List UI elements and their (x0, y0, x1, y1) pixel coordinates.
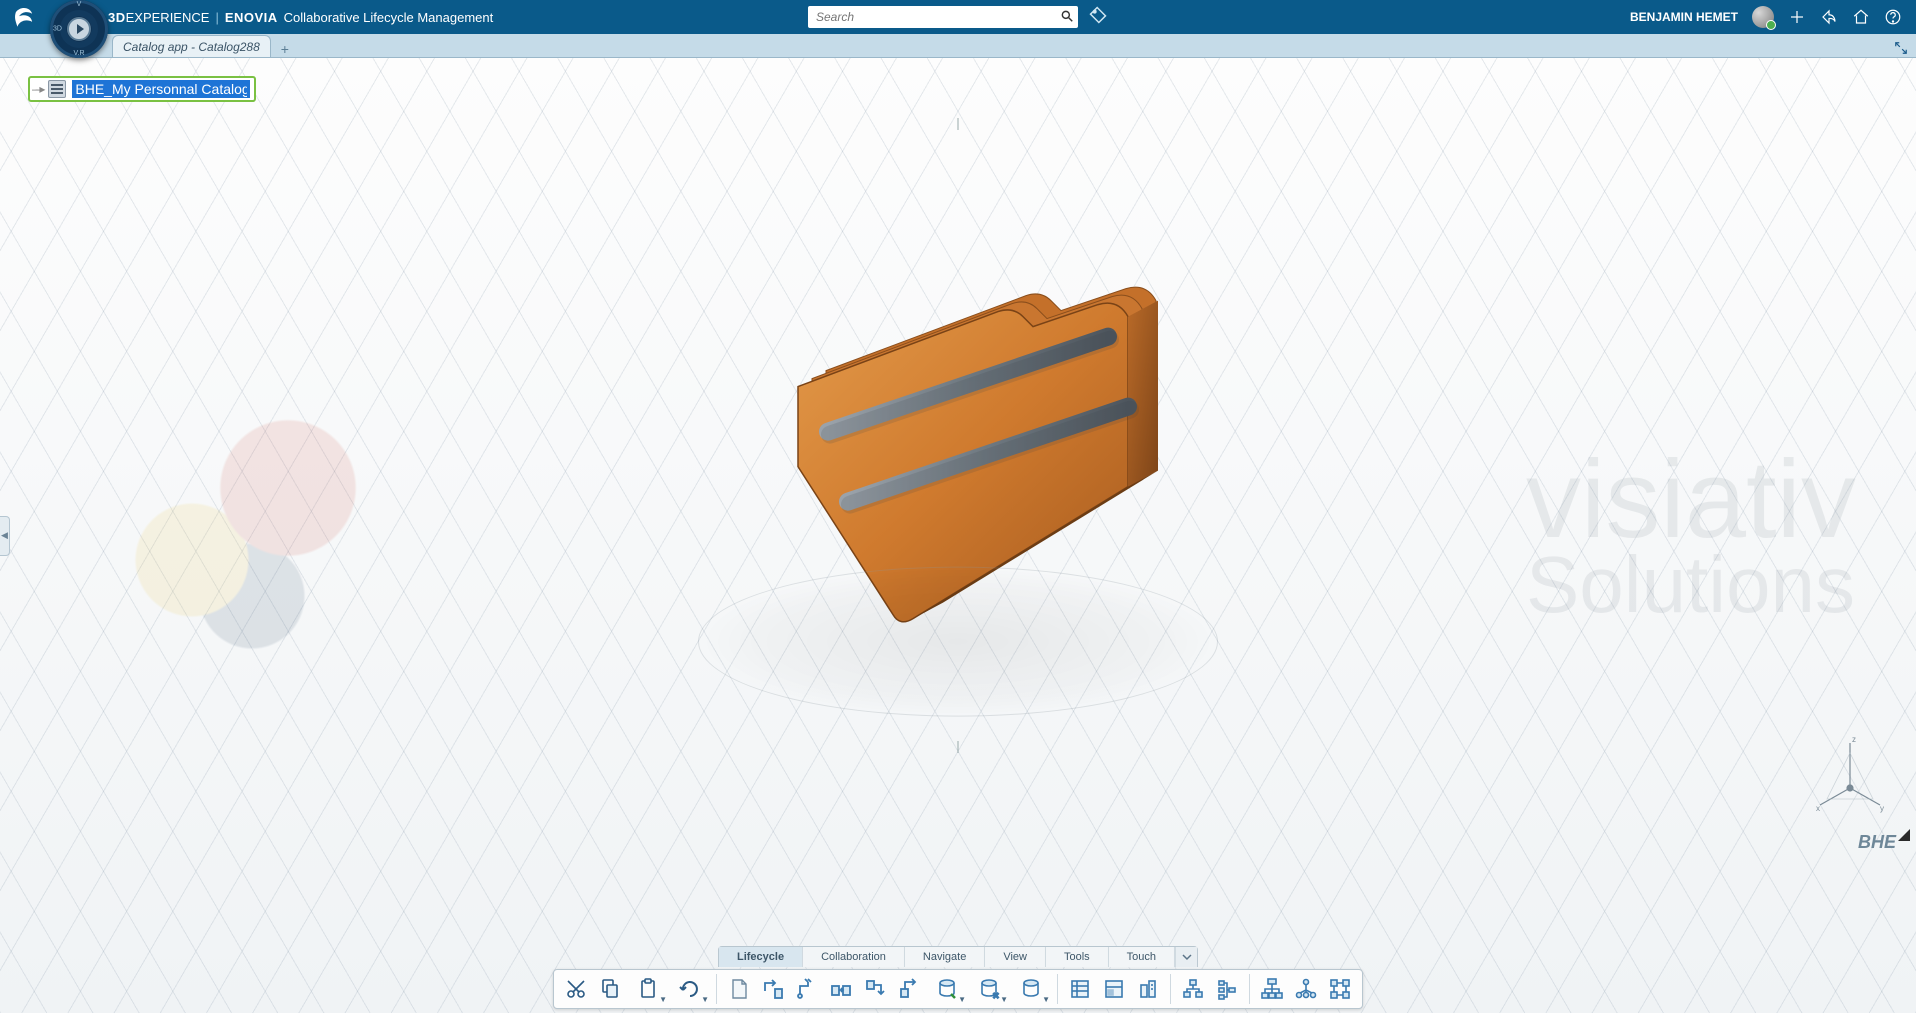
toolbar-separator (1057, 974, 1058, 1004)
cmd-tab-tools[interactable]: Tools (1046, 947, 1109, 967)
search-input[interactable] (816, 10, 1060, 24)
compass-label-left: 3D (53, 26, 62, 33)
cut-button[interactable] (560, 973, 592, 1005)
ds-logo-icon[interactable] (10, 3, 38, 31)
tree-small-button[interactable] (1177, 973, 1209, 1005)
document-tab-bar: Catalog app - Catalog288 + (0, 34, 1916, 58)
svg-text:z: z (1852, 735, 1856, 744)
header-right: BENJAMIN HEMET (1630, 6, 1916, 28)
toolbar-separator (1170, 974, 1171, 1004)
form-view-button[interactable] (1098, 973, 1130, 1005)
add-tab-button[interactable]: + (277, 41, 293, 57)
side-panel-handle[interactable]: ◀ (0, 516, 10, 556)
brand-sub: Collaborative Lifecycle Management (284, 10, 494, 25)
tab-catalog[interactable]: Catalog app - Catalog288 (112, 35, 271, 57)
brand-thin: EXPERIENCE (126, 10, 210, 25)
toolbar-separator (1249, 974, 1250, 1004)
database-actions-button[interactable]: ▼ (1011, 973, 1051, 1005)
building-view-button[interactable] (1132, 973, 1164, 1005)
cmd-tab-collaboration[interactable]: Collaboration (803, 947, 905, 967)
viewport-user-tag: BHE (1858, 832, 1896, 853)
brand-separator: | (215, 10, 218, 25)
revise-button[interactable] (757, 973, 789, 1005)
tree-compact-button[interactable] (1211, 973, 1243, 1005)
app-header: 3DEXPERIENCE | ENOVIA Collaborative Life… (0, 0, 1916, 34)
tree-grid-button[interactable] (1324, 973, 1356, 1005)
cmd-tab-view[interactable]: View (985, 947, 1046, 967)
tree-root-node[interactable]: ––▸ (28, 76, 256, 102)
copy-button[interactable] (594, 973, 626, 1005)
catalog-name-input[interactable] (72, 80, 250, 98)
viewport-3d[interactable]: visiativ Solutions ––▸ ◀ (0, 58, 1916, 1013)
fullscreen-toggle-icon[interactable] (1892, 39, 1910, 57)
home-icon[interactable] (1852, 8, 1870, 26)
brand-bold: 3D (108, 10, 126, 25)
user-name: BENJAMIN HEMET (1630, 10, 1738, 24)
catalog-icon (48, 80, 66, 98)
svg-text:×: × (993, 991, 999, 1001)
svg-text:y: y (1880, 804, 1884, 813)
duplicate-button[interactable] (825, 973, 857, 1005)
help-icon[interactable] (1884, 8, 1902, 26)
compass-icon[interactable]: 3D V V.R (50, 0, 108, 58)
search-box[interactable] (808, 6, 1078, 28)
header-search-group (808, 5, 1108, 30)
tag-icon[interactable] (1088, 5, 1108, 30)
plus-icon[interactable] (1788, 8, 1806, 26)
tab-label: Catalog app - Catalog288 (123, 40, 260, 54)
svg-text:x: x (1816, 804, 1820, 813)
tree-expand-icon[interactable]: ––▸ (32, 82, 42, 96)
cmd-tab-lifecycle[interactable]: Lifecycle (719, 947, 803, 967)
list-view-button[interactable] (1064, 973, 1096, 1005)
cmd-tab-touch[interactable]: Touch (1109, 947, 1175, 967)
grid-background (0, 58, 1916, 1013)
undo-button[interactable]: ▼ (670, 973, 710, 1005)
tree-network-button[interactable] (1290, 973, 1322, 1005)
database-save-button[interactable]: ▼ (927, 973, 967, 1005)
bottom-toolbar: ▼ ▼ ▼ ×▼ ▼ (553, 969, 1363, 1009)
tree-large-button[interactable] (1256, 973, 1288, 1005)
cmd-tab-expand-icon[interactable] (1175, 947, 1197, 967)
new-sheet-button[interactable] (723, 973, 755, 1005)
replace-revision-button[interactable] (859, 973, 891, 1005)
command-tab-bar: Lifecycle Collaboration Navigate View To… (718, 946, 1198, 967)
cmd-tab-navigate[interactable]: Navigate (905, 947, 985, 967)
replace-latest-button[interactable] (893, 973, 925, 1005)
axis-triad-icon[interactable]: z x y (1810, 733, 1890, 813)
paste-button[interactable]: ▼ (628, 973, 668, 1005)
brand-text: 3DEXPERIENCE | ENOVIA Collaborative Life… (108, 10, 493, 25)
compass-label-top: V (77, 1, 82, 8)
compass-label-bottom: V.R (73, 50, 84, 57)
resize-corner-icon[interactable] (1898, 829, 1910, 841)
database-delete-button[interactable]: ×▼ (969, 973, 1009, 1005)
brand-product: ENOVIA (225, 10, 278, 25)
search-icon[interactable] (1060, 9, 1074, 26)
toolbar-separator (716, 974, 717, 1004)
share-icon[interactable] (1820, 8, 1838, 26)
new-branch-button[interactable] (791, 973, 823, 1005)
avatar[interactable] (1752, 6, 1774, 28)
